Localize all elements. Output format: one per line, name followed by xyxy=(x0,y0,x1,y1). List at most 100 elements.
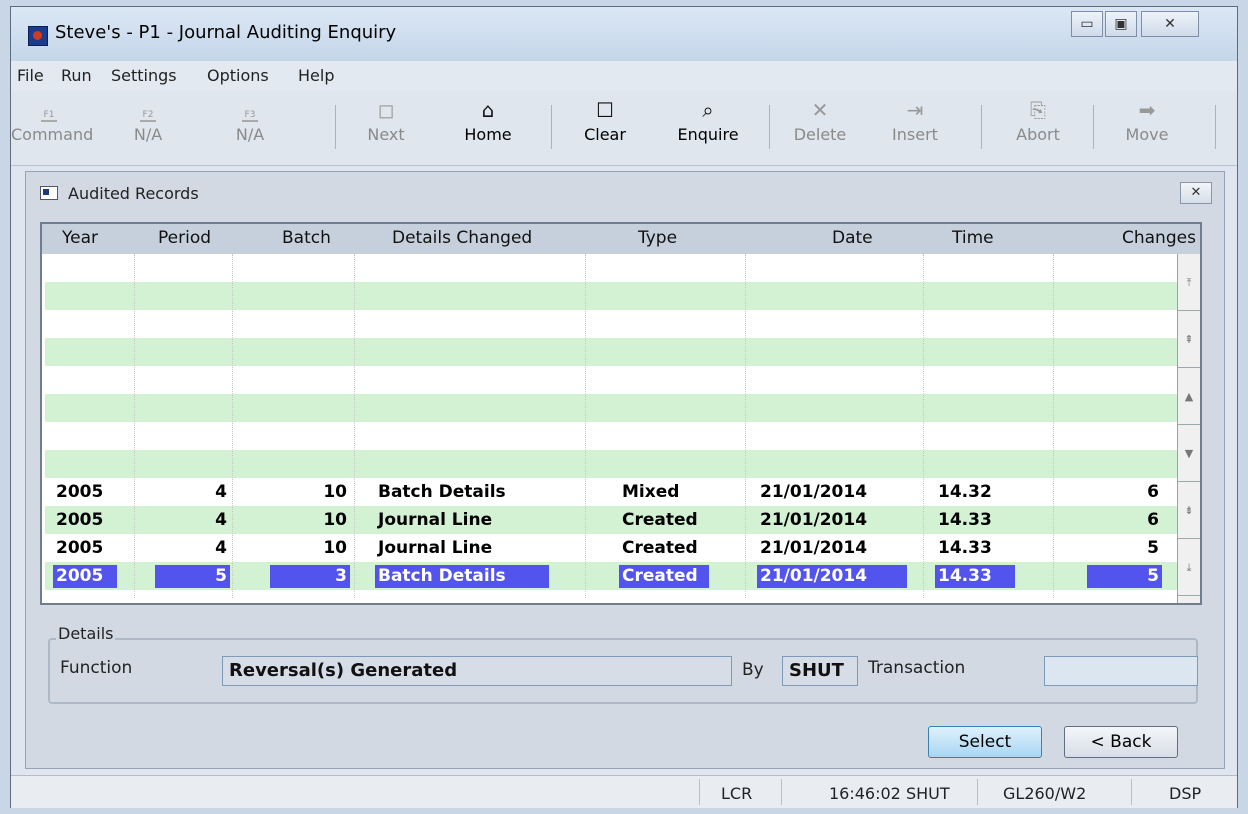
next-button[interactable]: ◻ Next xyxy=(361,95,411,159)
home-icon: ⌂ xyxy=(481,98,495,122)
home-button[interactable]: ⌂ Home xyxy=(457,95,519,159)
status-program: GL260/W2 xyxy=(1003,784,1087,803)
menu-run[interactable]: Run xyxy=(61,66,92,85)
delete-button[interactable]: ✕ Delete xyxy=(791,95,849,159)
app-logo-icon xyxy=(28,26,48,46)
empty-row xyxy=(45,254,1182,282)
status-divider xyxy=(781,779,782,805)
scroll-bottom-icon[interactable]: ⤓ xyxy=(1178,539,1200,596)
clear-icon: ☐ xyxy=(596,98,614,122)
grid-header: Year Period Batch Details Changed Type D… xyxy=(42,224,1200,254)
cell-changes: 5 xyxy=(1147,538,1159,558)
insert-button[interactable]: ⇥ Insert xyxy=(887,95,943,159)
status-divider xyxy=(977,779,978,805)
cell-period: 4 xyxy=(215,482,227,502)
cell-type: Created xyxy=(622,510,698,530)
column-divider xyxy=(232,254,233,598)
toolbar-separator xyxy=(981,105,982,149)
column-header-batch[interactable]: Batch xyxy=(282,228,331,248)
close-window-button[interactable]: ✕ xyxy=(1141,11,1199,37)
column-header-details-changed[interactable]: Details Changed xyxy=(392,228,532,248)
scroll-top-icon[interactable]: ⤒ xyxy=(1178,254,1200,311)
scroll-page-down-icon[interactable]: ⇟ xyxy=(1178,482,1200,539)
arrow-right-icon: ➡ xyxy=(1138,98,1156,122)
by-field: SHUT xyxy=(782,656,858,686)
table-row-selected[interactable]: 2005 5 3 Batch Details Created 21/01/201… xyxy=(45,562,1182,590)
cell-batch: 10 xyxy=(323,538,347,558)
panel-title: Audited Records xyxy=(68,184,199,203)
menu-file[interactable]: File xyxy=(17,66,44,85)
empty-row xyxy=(45,338,1182,366)
cell-time: 14.33 xyxy=(935,565,1015,588)
cell-time: 14.32 xyxy=(938,482,992,502)
window-title: Steve's - P1 - Journal Auditing Enquiry xyxy=(55,22,397,43)
function-label: Function xyxy=(60,658,133,678)
cell-type: Created xyxy=(619,565,709,588)
menu-options[interactable]: Options xyxy=(207,66,269,85)
status-divider xyxy=(699,779,700,805)
table-row[interactable]: 2005 4 10 Journal Line Created 21/01/201… xyxy=(45,534,1182,562)
function-key-icon: F2 xyxy=(119,95,177,125)
column-header-type[interactable]: Type xyxy=(638,228,677,248)
maximize-button[interactable]: ▣ xyxy=(1105,11,1137,37)
audited-records-panel: Audited Records ✕ Year Period Batch Deta… xyxy=(25,171,1225,769)
scroll-page-up-icon[interactable]: ⇞ xyxy=(1178,311,1200,368)
menu-settings[interactable]: Settings xyxy=(111,66,177,85)
scroll-down-icon[interactable]: ▼ xyxy=(1178,425,1200,482)
cell-period: 4 xyxy=(215,510,227,530)
status-bar: LCR 16:46:02 SHUT GL260/W2 DSP xyxy=(11,775,1237,808)
cell-changes: 6 xyxy=(1147,510,1159,530)
column-divider xyxy=(585,254,586,598)
cell-batch: 3 xyxy=(270,565,350,588)
empty-row xyxy=(45,366,1182,394)
f3-button[interactable]: F3 N/A xyxy=(221,95,279,159)
cell-time: 14.33 xyxy=(938,510,992,530)
column-header-year[interactable]: Year xyxy=(62,228,98,248)
enquire-button[interactable]: ⌕ Enquire xyxy=(673,95,743,159)
command-icon: F1 xyxy=(11,95,87,125)
column-header-date[interactable]: Date xyxy=(832,228,873,248)
f2-button[interactable]: F2 N/A xyxy=(119,95,177,159)
cell-date: 21/01/2014 xyxy=(757,565,907,588)
clear-button[interactable]: ☐ Clear xyxy=(579,95,631,159)
scroll-up-icon[interactable]: ▲ xyxy=(1178,368,1200,425)
command-button[interactable]: F1 Command xyxy=(11,95,93,159)
cell-details-changed: Batch Details xyxy=(378,482,506,502)
abort-button[interactable]: ⎘ Abort xyxy=(1011,95,1065,159)
function-field: Reversal(s) Generated xyxy=(222,656,732,686)
audit-grid: Year Period Batch Details Changed Type D… xyxy=(40,222,1202,605)
panel-close-button[interactable]: ✕ xyxy=(1180,182,1212,204)
toolbar-separator xyxy=(335,105,336,149)
column-header-period[interactable]: Period xyxy=(158,228,211,248)
select-button[interactable]: Select xyxy=(928,726,1042,758)
minimize-button[interactable]: ▭ xyxy=(1071,11,1103,37)
column-divider xyxy=(134,254,135,598)
cell-batch: 10 xyxy=(323,510,347,530)
back-button[interactable]: < Back xyxy=(1064,726,1178,758)
cell-details-changed: Journal Line xyxy=(378,538,493,558)
cell-period: 5 xyxy=(155,565,230,588)
column-divider xyxy=(1053,254,1054,598)
table-row[interactable]: 2005 4 10 Batch Details Mixed 21/01/2014… xyxy=(45,478,1182,506)
cell-changes: 5 xyxy=(1087,565,1162,588)
grid-scrollbar[interactable]: ⤒ ⇞ ▲ ▼ ⇟ ⤓ xyxy=(1177,254,1200,603)
column-header-changes[interactable]: Changes xyxy=(1122,228,1196,248)
cell-details-changed: Batch Details xyxy=(375,565,549,588)
cell-type: Mixed xyxy=(622,482,680,502)
magnifier-icon: ⌕ xyxy=(702,98,714,122)
move-button[interactable]: ➡ Move xyxy=(1119,95,1175,159)
window-icon xyxy=(40,186,58,200)
cell-details-changed: Journal Line xyxy=(378,510,493,530)
details-group: Function Reversal(s) Generated By SHUT T… xyxy=(48,638,1198,704)
cell-date: 21/01/2014 xyxy=(760,510,868,530)
column-header-time[interactable]: Time xyxy=(952,228,994,248)
cell-changes: 6 xyxy=(1147,482,1159,502)
abort-icon: ⎘ xyxy=(1030,98,1046,122)
cell-time: 14.33 xyxy=(938,538,992,558)
menu-help[interactable]: Help xyxy=(298,66,334,85)
cell-year: 2005 xyxy=(56,482,104,502)
toolbar-separator xyxy=(769,105,770,149)
menu-bar: File Run Settings Options Help xyxy=(11,61,1237,91)
table-row[interactable]: 2005 4 10 Journal Line Created 21/01/201… xyxy=(45,506,1182,534)
cell-date: 21/01/2014 xyxy=(760,538,868,558)
